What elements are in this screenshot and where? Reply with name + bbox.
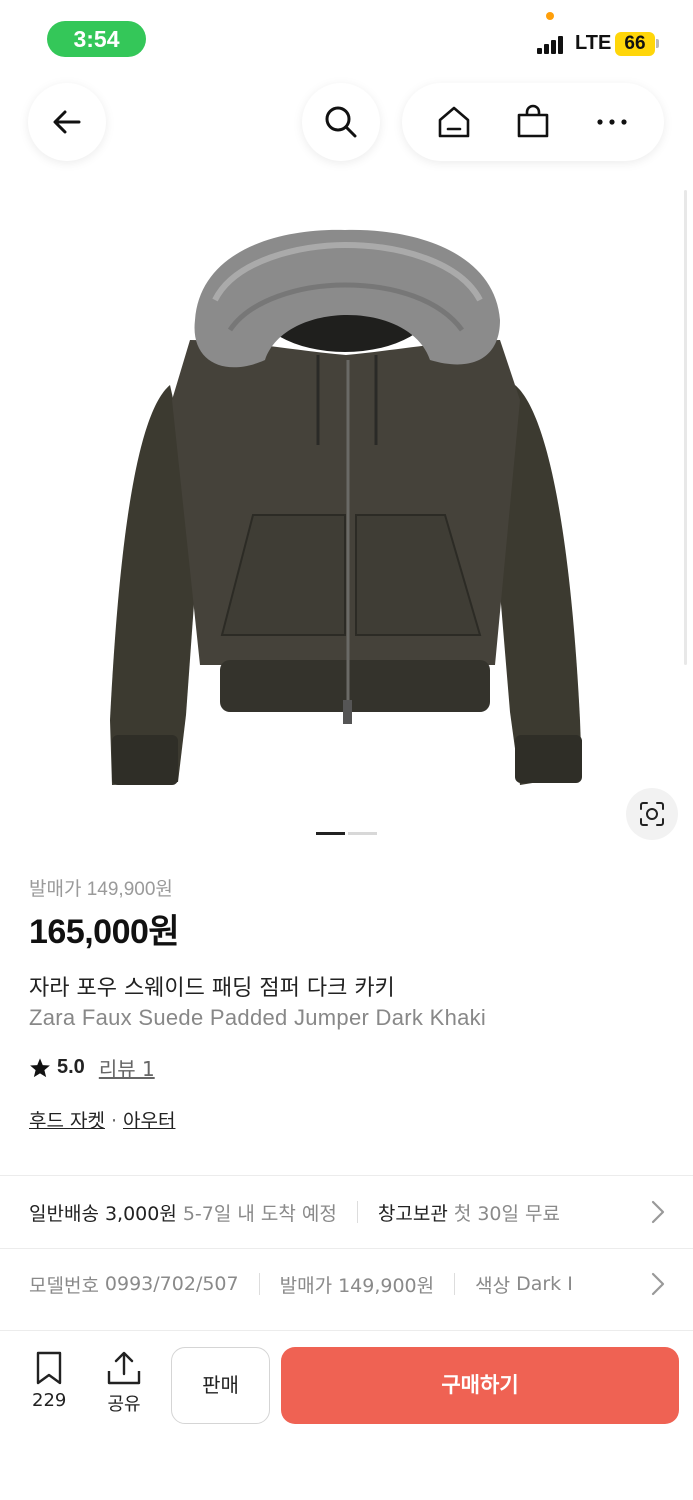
review-link[interactable]: 리뷰 1 bbox=[99, 1053, 155, 1082]
tag-outer[interactable]: 아우터 bbox=[123, 1110, 175, 1132]
divider bbox=[0, 1248, 693, 1249]
chevron-right-icon bbox=[651, 1272, 665, 1296]
wishlist-button[interactable]: 229 bbox=[32, 1350, 66, 1411]
spec-row[interactable]: 모델번호 0993/702/507 발매가 149,900원 색상 Dark I bbox=[29, 1268, 669, 1300]
scrollbar[interactable] bbox=[684, 190, 687, 665]
row-separator bbox=[356, 1201, 358, 1223]
signal-icon bbox=[537, 36, 565, 54]
rating-value: 5.0 bbox=[57, 1056, 85, 1078]
category-tags: 후드 자켓 · 아우터 bbox=[29, 1106, 175, 1133]
back-arrow-icon bbox=[53, 110, 81, 134]
share-icon bbox=[107, 1351, 141, 1385]
chevron-right-icon bbox=[651, 1200, 665, 1224]
share-label: 공유 bbox=[107, 1394, 141, 1415]
buy-button[interactable]: 구매하기 bbox=[281, 1347, 679, 1424]
tag-separator: · bbox=[110, 1110, 118, 1132]
row-separator bbox=[454, 1273, 456, 1295]
gallery-indicator bbox=[348, 832, 377, 835]
battery-level: 66 bbox=[615, 32, 655, 56]
release-price: 발매가 149,900원 bbox=[29, 879, 173, 900]
color-label: 색상 bbox=[475, 1274, 511, 1297]
status-time: 3:54 bbox=[47, 21, 146, 57]
divider bbox=[0, 1330, 693, 1331]
more-icon bbox=[597, 119, 627, 125]
back-button[interactable] bbox=[28, 83, 106, 161]
search-button[interactable] bbox=[302, 83, 380, 161]
search-icon bbox=[325, 106, 357, 138]
current-price: 165,000원 bbox=[29, 913, 180, 951]
model-value: 0993/702/507 bbox=[104, 1273, 239, 1295]
product-image-gallery[interactable] bbox=[0, 190, 693, 850]
network-label: LTE bbox=[575, 32, 612, 54]
product-name-en: Zara Faux Suede Padded Jumper Dark Khaki bbox=[29, 1005, 487, 1030]
tag-hood-jacket[interactable]: 후드 자켓 bbox=[29, 1110, 105, 1132]
wish-count: 229 bbox=[32, 1390, 67, 1411]
spec-release-label: 발매가 bbox=[279, 1274, 333, 1297]
privacy-indicator-dot bbox=[546, 12, 554, 20]
model-label: 모델번호 bbox=[29, 1274, 99, 1297]
home-button[interactable] bbox=[424, 92, 484, 152]
bookmark-icon bbox=[36, 1351, 62, 1385]
product-name-ko: 자라 포우 스웨이드 패딩 점퍼 다크 카키 bbox=[29, 976, 395, 1001]
rating-row: 5.0 리뷰 1 bbox=[29, 1053, 155, 1082]
shipping-eta: 5-7일 내 도착 예정 bbox=[182, 1202, 337, 1225]
cart-button[interactable] bbox=[503, 92, 563, 152]
camera-lens-icon bbox=[640, 802, 664, 826]
nav-action-group bbox=[402, 83, 664, 161]
gallery-indicator-active bbox=[316, 832, 345, 835]
divider bbox=[0, 1175, 693, 1176]
storage-note: 첫 30일 무료 bbox=[453, 1202, 560, 1225]
spec-release-value: 149,900원 bbox=[338, 1274, 435, 1297]
color-value: Dark I bbox=[516, 1273, 573, 1295]
battery-cap bbox=[656, 39, 659, 48]
share-button[interactable]: 공유 bbox=[104, 1350, 144, 1416]
storage-label: 창고보관 bbox=[377, 1202, 448, 1225]
more-button[interactable] bbox=[582, 92, 642, 152]
shipping-label: 일반배송 3,000원 bbox=[29, 1202, 177, 1225]
visual-search-button[interactable] bbox=[626, 788, 678, 840]
star-icon bbox=[30, 1057, 50, 1077]
shopping-bag-icon bbox=[517, 104, 549, 138]
sell-button[interactable]: 판매 bbox=[171, 1347, 270, 1424]
shipping-row[interactable]: 일반배송 3,000원 5-7일 내 도착 예정 창고보관 첫 30일 무료 bbox=[29, 1196, 669, 1228]
product-image bbox=[110, 229, 582, 785]
home-icon bbox=[438, 106, 469, 138]
row-separator bbox=[258, 1273, 260, 1295]
